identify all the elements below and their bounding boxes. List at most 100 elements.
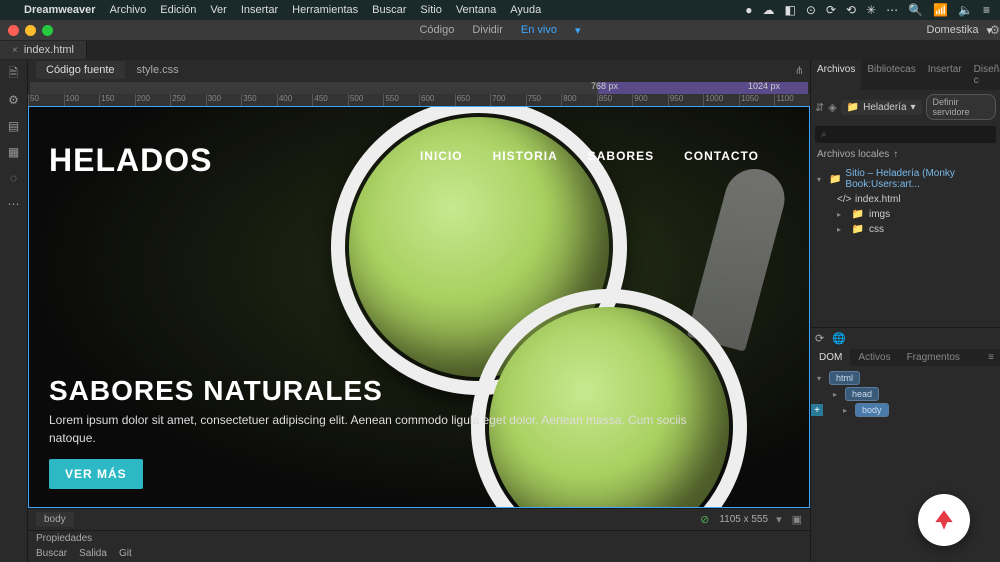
menu-archivo[interactable]: Archivo xyxy=(110,4,147,16)
search-icon[interactable]: 🔍 xyxy=(908,3,923,17)
tab-salida[interactable]: Salida xyxy=(79,548,107,560)
file-manage-icon[interactable]: 🗎 xyxy=(6,66,22,82)
validation-ok-icon[interactable]: ⊘ xyxy=(700,513,709,526)
refresh-icon[interactable]: ⟳ xyxy=(815,332,824,345)
properties-panel-header[interactable]: Propiedades xyxy=(28,530,810,546)
sync-icon[interactable]: ⟳ xyxy=(826,3,836,17)
nav-sabores[interactable]: SABORES xyxy=(588,149,654,163)
hero-title[interactable]: SABORES NATURALES xyxy=(49,375,383,407)
tree-css-folder[interactable]: ▸ 📁 css xyxy=(811,222,1000,237)
tab-index-html[interactable]: × index.html xyxy=(0,41,87,59)
dimensions-dropdown-icon[interactable]: ▾ xyxy=(776,513,782,526)
sync-icon[interactable]: ◈ xyxy=(828,101,836,114)
minimize-window-button[interactable] xyxy=(25,25,36,36)
hero-text[interactable]: Lorem ipsum dolor sit amet, consectetuer… xyxy=(49,411,689,447)
ruler-tick: 50 xyxy=(28,94,64,106)
cloud-icon[interactable]: ☁ xyxy=(763,3,775,17)
dom-node-head[interactable]: ▸ head xyxy=(813,386,998,402)
dom-node-body[interactable]: + ▸ body xyxy=(813,402,998,418)
close-window-button[interactable] xyxy=(8,25,19,36)
add-node-button[interactable]: + xyxy=(811,404,823,416)
menu-buscar[interactable]: Buscar xyxy=(372,4,406,16)
history-icon[interactable]: ⟲ xyxy=(846,3,856,17)
more-tools-icon[interactable]: ⋯ xyxy=(6,196,22,212)
workspace-name[interactable]: Domestika xyxy=(927,24,979,36)
tab-dom[interactable]: DOM xyxy=(811,349,850,366)
menu-edicion[interactable]: Edición xyxy=(160,4,196,16)
tree-site-root[interactable]: ▾ 📁 Sitio – Heladería (Monky Book:Users:… xyxy=(811,166,1000,192)
filter-icon[interactable]: ⋔ xyxy=(795,64,804,77)
app-name[interactable]: Dreamweaver xyxy=(24,4,96,16)
wifi-icon[interactable]: 📶 xyxy=(933,3,948,17)
file-search-input[interactable]: ⌕ xyxy=(815,126,996,143)
status-icon[interactable]: ⋯ xyxy=(886,3,898,17)
workspace-dropdown-icon[interactable]: ▾ xyxy=(986,24,992,37)
menu-ventana[interactable]: Ventana xyxy=(456,4,496,16)
status-icon[interactable]: ⊙ xyxy=(806,3,816,17)
tree-imgs-folder[interactable]: ▸ 📁 imgs xyxy=(811,207,1000,222)
status-icon[interactable]: ● xyxy=(745,3,752,17)
define-servers-button[interactable]: Definir servidore xyxy=(926,94,996,120)
menu-items: Archivo Edición Ver Insertar Herramienta… xyxy=(110,4,542,16)
close-tab-icon[interactable]: × xyxy=(12,45,18,56)
expand-icon[interactable]: ▸ xyxy=(837,210,847,219)
settings-icon[interactable]: ⚙ xyxy=(6,92,22,108)
view-live-dropdown-icon[interactable]: ▾ xyxy=(575,24,581,37)
tag-selector-path[interactable]: body xyxy=(36,512,74,527)
tab-git[interactable]: Git xyxy=(119,548,132,560)
menu-ayuda[interactable]: Ayuda xyxy=(510,4,541,16)
subtab-source[interactable]: Código fuente xyxy=(36,61,125,79)
expand-icon[interactable]: ▸ xyxy=(837,225,847,234)
maximize-window-button[interactable] xyxy=(42,25,53,36)
domestika-badge[interactable] xyxy=(918,494,970,546)
tree-index-html[interactable]: </> index.html xyxy=(811,192,1000,207)
local-files-header[interactable]: Archivos locales ↑ xyxy=(811,145,1000,164)
tab-bibliotecas[interactable]: Bibliotecas xyxy=(861,60,921,90)
elements-icon[interactable]: ▦ xyxy=(6,144,22,160)
status-icon[interactable]: ◧ xyxy=(785,3,796,17)
tab-fragmentos[interactable]: Fragmentos xyxy=(899,349,968,366)
expand-icon[interactable]: ▾ xyxy=(817,374,827,383)
tab-disenador[interactable]: Diseñador c xyxy=(968,60,1000,90)
panel-menu-icon[interactable]: ≡ xyxy=(982,349,1000,366)
device-preview-icon[interactable]: ▣ xyxy=(792,513,802,526)
menu-insertar[interactable]: Insertar xyxy=(241,4,278,16)
menu-ver[interactable]: Ver xyxy=(210,4,227,16)
tab-activos[interactable]: Activos xyxy=(850,349,898,366)
expand-icon[interactable]: ▸ xyxy=(833,390,843,399)
nav-historia[interactable]: HISTORIA xyxy=(493,149,558,163)
breakpoint-bar[interactable] xyxy=(30,82,808,94)
live-preview-canvas[interactable]: HELADOS INICIO HISTORIA SABORES CONTACTO… xyxy=(28,106,810,508)
menu-icon[interactable]: ≡ xyxy=(983,3,990,17)
sort-icon[interactable]: ↑ xyxy=(893,149,898,160)
domestika-logo-icon xyxy=(931,507,957,533)
nav-inicio[interactable]: INICIO xyxy=(420,149,463,163)
view-split[interactable]: Dividir xyxy=(472,24,503,37)
globe-icon[interactable]: 🌐 xyxy=(832,332,846,345)
ver-mas-button[interactable]: VER MÁS xyxy=(49,459,143,489)
tab-insertar[interactable]: Insertar xyxy=(922,60,968,90)
tab-buscar[interactable]: Buscar xyxy=(36,548,67,560)
bluetooth-icon[interactable]: ✳ xyxy=(866,3,876,17)
canvas-dimensions[interactable]: 1105 x 555 xyxy=(719,514,768,525)
volume-icon[interactable]: 🔈 xyxy=(958,3,973,17)
expand-icon[interactable]: ▾ xyxy=(817,175,825,184)
nav-contacto[interactable]: CONTACTO xyxy=(684,149,759,163)
responsive-ruler[interactable]: 768 px 1024 px 50 100 150 200 250 300 35… xyxy=(28,80,810,106)
breakpoint-1024: 1024 px xyxy=(748,81,780,91)
expand-icon[interactable]: ▸ xyxy=(843,406,853,415)
image-icon[interactable]: ▤ xyxy=(6,118,22,134)
tab-archivos[interactable]: Archivos xyxy=(811,60,861,90)
hero-section: HELADOS INICIO HISTORIA SABORES CONTACTO… xyxy=(29,107,809,507)
view-code[interactable]: Código xyxy=(419,24,454,37)
dom-node-html[interactable]: ▾ html xyxy=(813,370,998,386)
ftp-icon[interactable]: ⇵ xyxy=(815,101,824,114)
subtab-stylecss[interactable]: style.css xyxy=(127,61,189,79)
view-live[interactable]: En vivo xyxy=(521,24,557,37)
ruler-tick: 100 xyxy=(64,94,100,106)
menu-herramientas[interactable]: Herramientas xyxy=(292,4,358,16)
site-logo[interactable]: HELADOS xyxy=(49,142,212,179)
site-dropdown[interactable]: 📁 Heladería ▾ xyxy=(841,100,922,115)
refresh-tool-icon[interactable]: ◌ xyxy=(6,170,22,186)
menu-sitio[interactable]: Sitio xyxy=(420,4,441,16)
